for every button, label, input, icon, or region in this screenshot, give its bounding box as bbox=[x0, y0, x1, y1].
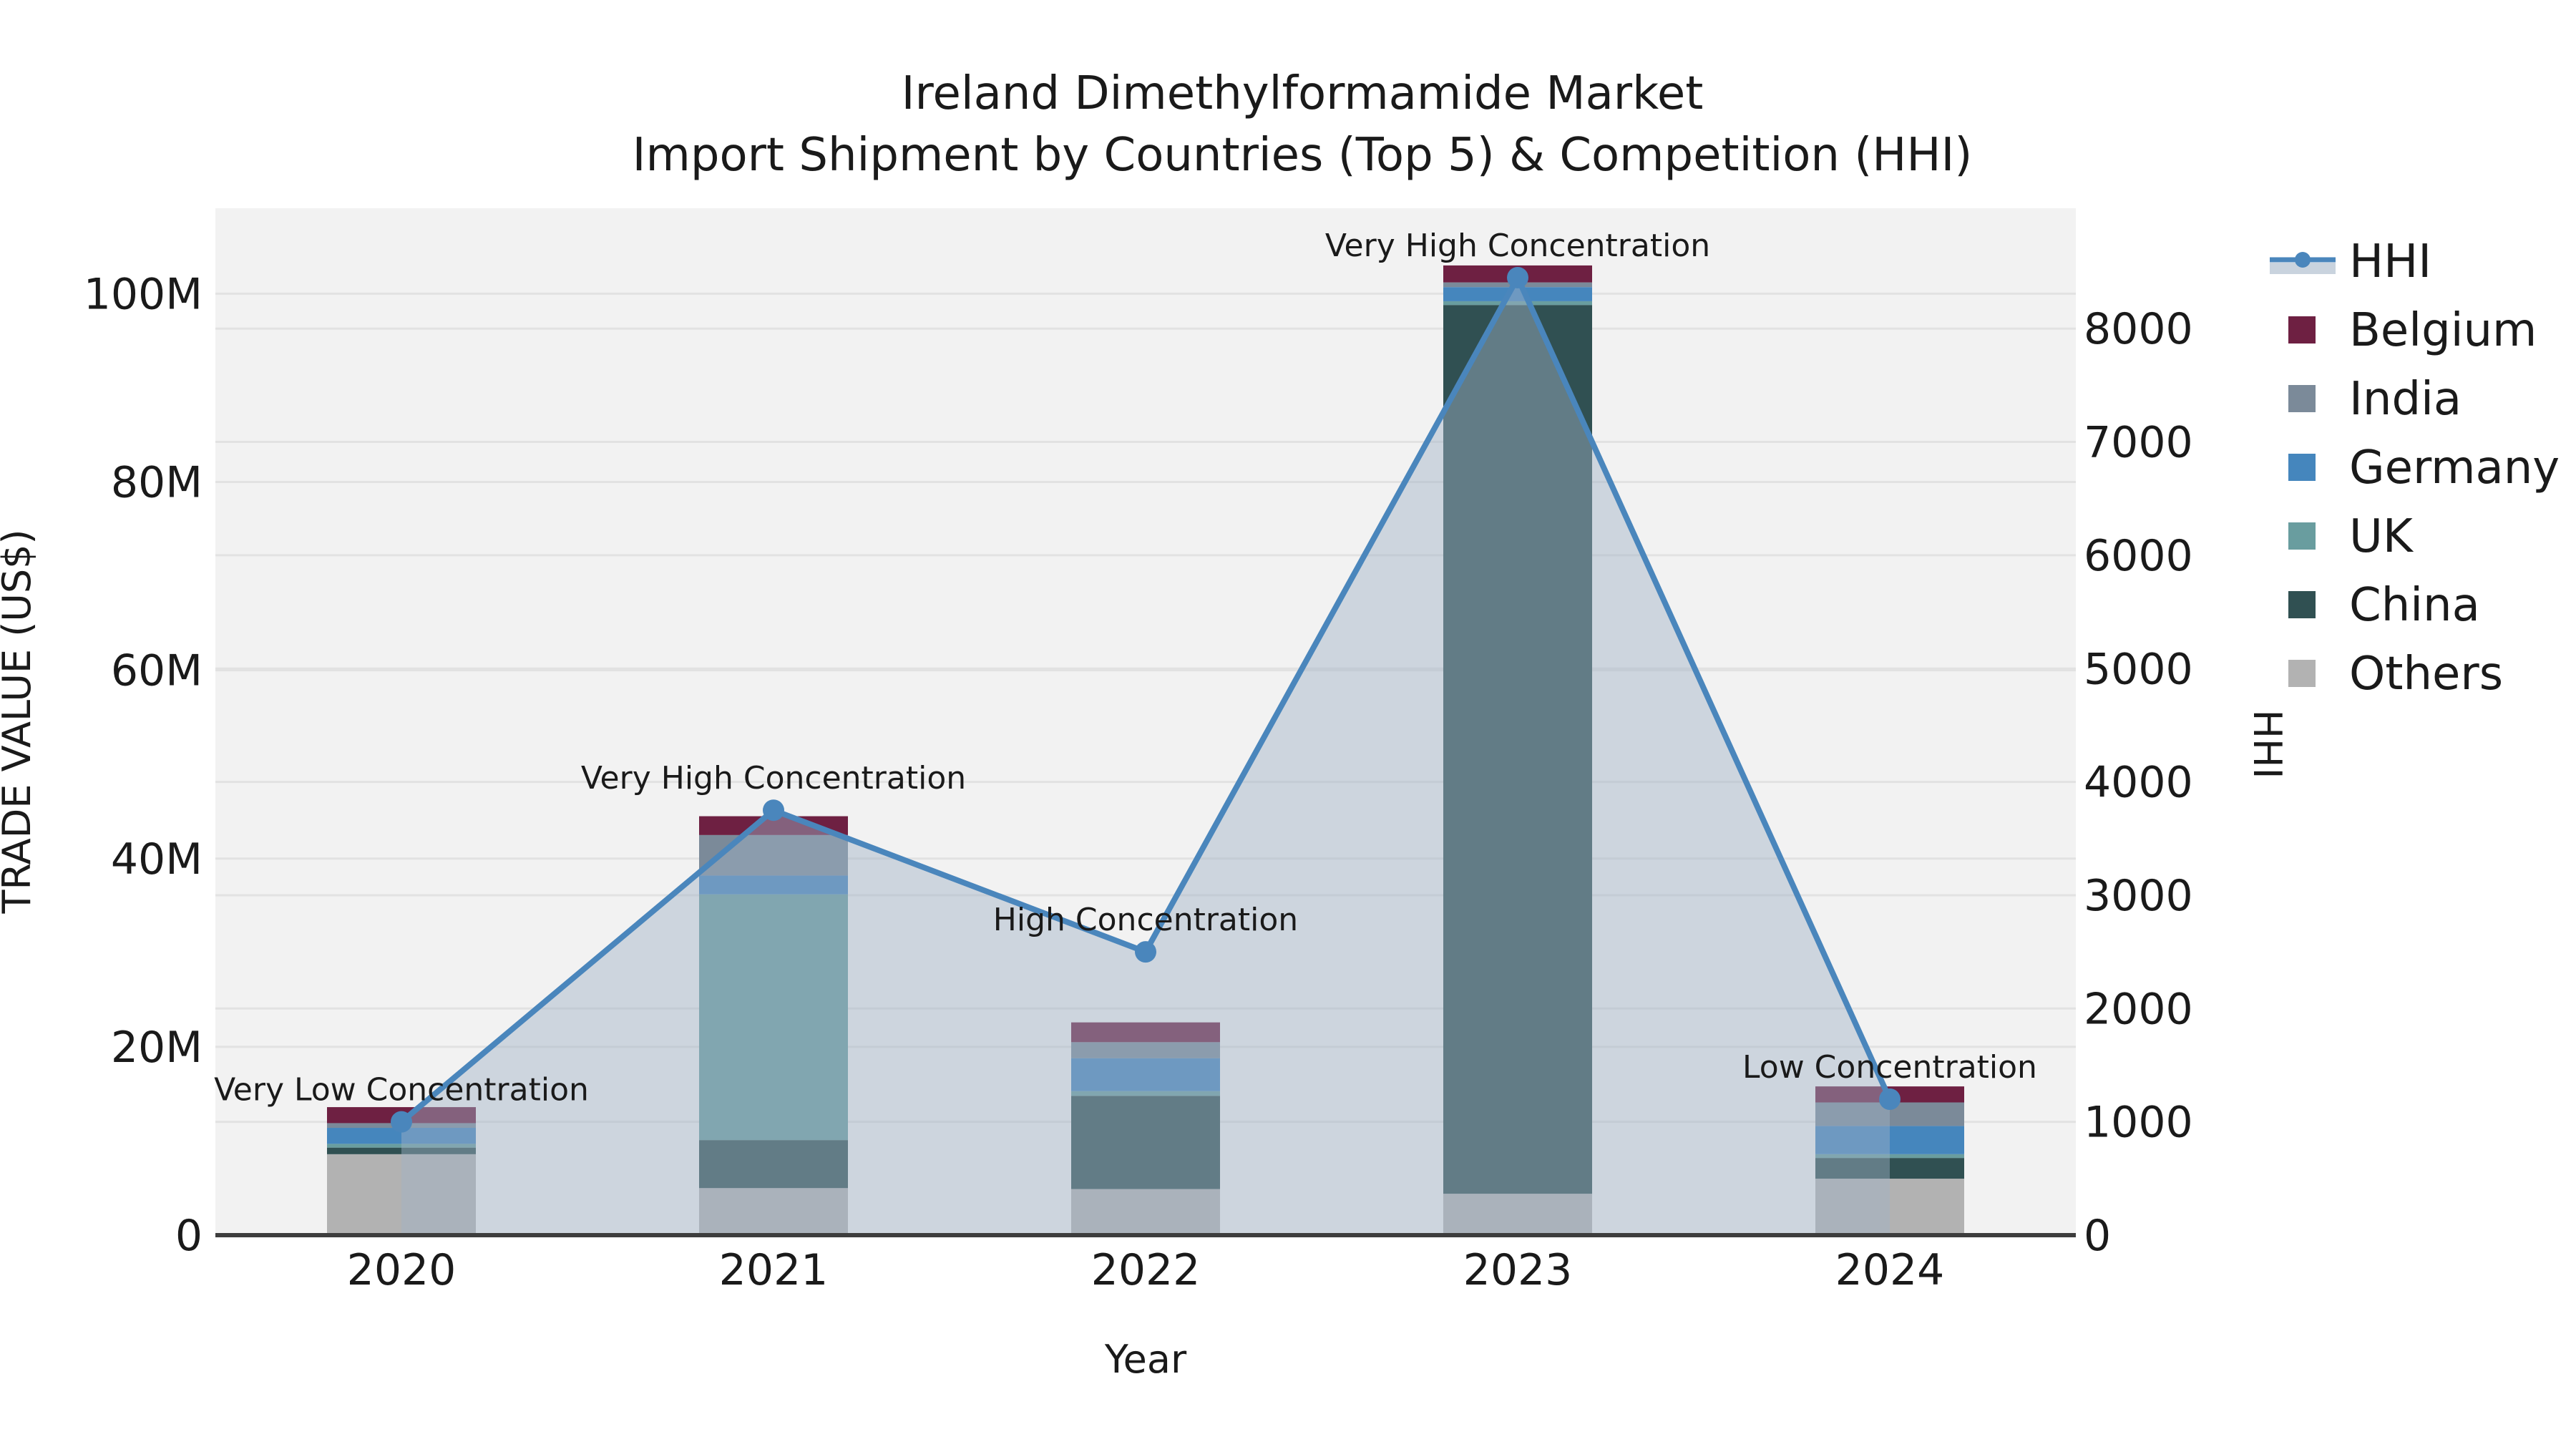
legend-swatch-hhi-marker bbox=[2295, 252, 2311, 268]
legend-swatch-others bbox=[2288, 660, 2316, 687]
hhi-marker-2023 bbox=[1507, 266, 1528, 288]
annotation-2024: Low Concentration bbox=[1742, 1049, 2037, 1086]
x-tick-2020: 2020 bbox=[347, 1245, 457, 1295]
legend-label-hhi: HHI bbox=[2349, 235, 2431, 288]
y-right-tick-3000: 3000 bbox=[2084, 871, 2193, 921]
y-right-tick-2000: 2000 bbox=[2084, 984, 2193, 1034]
legend-label-others: Others bbox=[2349, 648, 2503, 701]
y-right-tick-8000: 8000 bbox=[2084, 304, 2193, 354]
y-left-tick-80M: 80M bbox=[111, 458, 203, 508]
y-left-tick-40M: 40M bbox=[111, 834, 203, 885]
legend-swatch-germany bbox=[2288, 454, 2316, 481]
legend-label-germany: Germany bbox=[2349, 442, 2560, 494]
y-right-tick-0: 0 bbox=[2084, 1211, 2111, 1261]
y-right-tick-5000: 5000 bbox=[2084, 644, 2193, 694]
legend-label-india: India bbox=[2349, 373, 2462, 426]
y-left-axis-title: TRADE VALUE (US$) bbox=[0, 529, 39, 914]
legend-label-uk: UK bbox=[2349, 510, 2414, 563]
legend-swatch-india bbox=[2288, 385, 2316, 412]
y-right-tick-6000: 6000 bbox=[2084, 531, 2193, 581]
annotation-2022: High Concentration bbox=[993, 902, 1298, 938]
y-left-tick-60M: 60M bbox=[111, 646, 203, 696]
y-left-tick-100M: 100M bbox=[84, 269, 203, 319]
legend-swatch-china bbox=[2288, 591, 2316, 618]
hhi-marker-2020 bbox=[391, 1111, 412, 1133]
legend-swatch-belgium bbox=[2288, 316, 2316, 343]
legend-label-china: China bbox=[2349, 579, 2480, 632]
legend-swatch-uk bbox=[2288, 522, 2316, 550]
chart-svg: Ireland Dimethylformamide Market Import … bbox=[0, 67, 2560, 1382]
y-left-tick-20M: 20M bbox=[111, 1023, 203, 1073]
x-tick-2024: 2024 bbox=[1835, 1245, 1945, 1295]
y-right-tick-4000: 4000 bbox=[2084, 758, 2193, 808]
legend-group: HHI Belgium India Germany UK China Others bbox=[2270, 235, 2560, 701]
hhi-marker-2021 bbox=[763, 799, 784, 822]
annotation-2023: Very High Concentration bbox=[1325, 228, 1710, 264]
x-tick-2022: 2022 bbox=[1091, 1245, 1201, 1295]
chart-title-line2: Import Shipment by Countries (Top 5) & C… bbox=[633, 129, 1973, 182]
x-tick-2021: 2021 bbox=[719, 1245, 829, 1295]
chart-title-line1: Ireland Dimethylformamide Market bbox=[902, 67, 1704, 120]
hhi-marker-2024 bbox=[1879, 1088, 1901, 1110]
annotation-2021: Very High Concentration bbox=[581, 760, 966, 796]
y-right-tick-7000: 7000 bbox=[2084, 418, 2193, 468]
annotation-2020: Very Low Concentration bbox=[214, 1072, 589, 1109]
x-tick-2023: 2023 bbox=[1463, 1245, 1573, 1295]
y-right-tick-1000: 1000 bbox=[2084, 1098, 2193, 1148]
hhi-marker-2022 bbox=[1135, 941, 1156, 963]
y-left-tick-0: 0 bbox=[175, 1211, 203, 1261]
x-axis-title: Year bbox=[1104, 1337, 1187, 1382]
figure-canvas: Ireland Dimethylformamide Market Import … bbox=[0, 0, 2576, 1449]
y-right-axis-title: HHI bbox=[2245, 709, 2290, 779]
legend-label-belgium: Belgium bbox=[2349, 304, 2537, 357]
